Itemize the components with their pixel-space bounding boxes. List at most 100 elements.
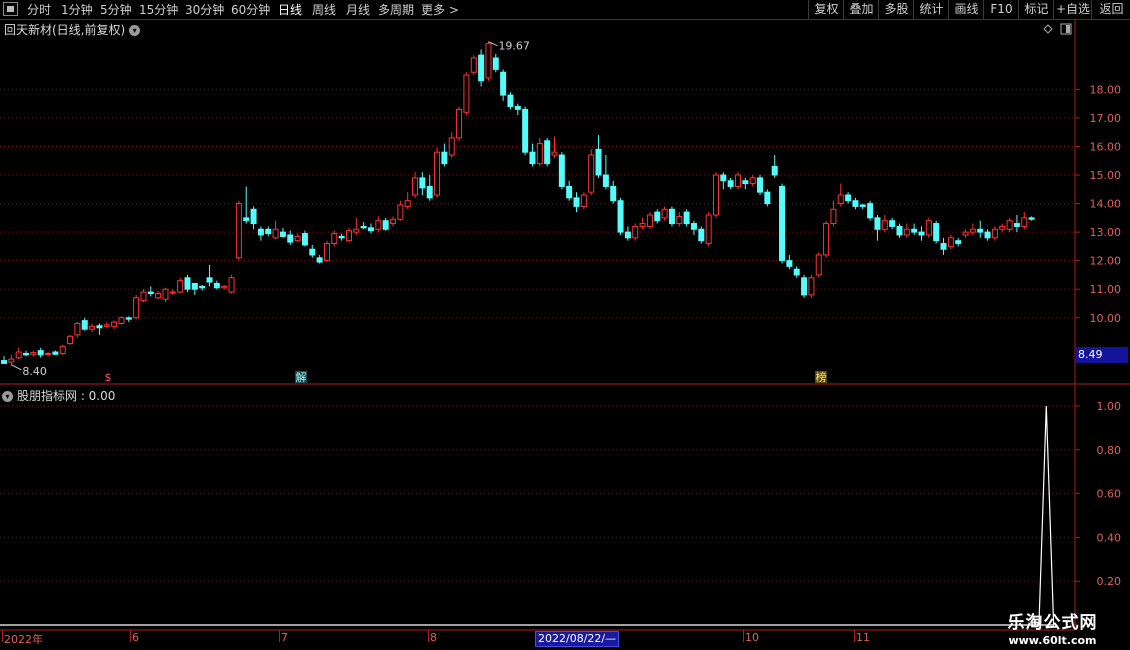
candle-up: [353, 228, 360, 233]
event-marker: 解: [296, 370, 307, 384]
candle-down: [793, 268, 800, 276]
candle-up: [235, 203, 242, 259]
kline-chart[interactable]: 18.00 17.00 16.00 15.00 14.00 13.00 12.00 11.00…: [0, 0, 1130, 650]
candle-down: [940, 243, 947, 250]
candle-up: [228, 277, 235, 293]
candle-down: [37, 350, 44, 356]
candle-up: [434, 151, 441, 196]
candle-down: [382, 220, 389, 230]
candle-up: [735, 174, 741, 187]
candle-down: [243, 217, 250, 222]
price-axis-label: 10.00: [1090, 312, 1122, 325]
price-axis-label: 15.00: [1090, 169, 1122, 182]
candle-up: [808, 277, 815, 296]
candle-up: [646, 214, 653, 227]
candle-down: [984, 231, 991, 239]
candle-down: [757, 177, 764, 193]
candle-up: [59, 345, 66, 354]
date-tick: [130, 630, 131, 642]
candle-up: [111, 321, 118, 327]
candle-down: [147, 291, 154, 294]
candle-up: [463, 74, 470, 113]
event-marker: 榜: [816, 370, 827, 384]
candle-down: [911, 228, 918, 233]
date-tick: [743, 630, 744, 642]
candle-down: [874, 217, 881, 230]
candle-up: [45, 352, 52, 355]
candle-down: [301, 233, 308, 246]
candle-down: [279, 231, 286, 237]
candle-up: [661, 208, 668, 219]
candle-down: [1013, 223, 1020, 227]
price-axis-label: 18.00: [1090, 83, 1122, 96]
watermark: 乐淘公式网 www.60lt.com: [990, 608, 1115, 647]
price-axis-label: 11.00: [1090, 283, 1122, 296]
candle-down: [338, 235, 345, 239]
candle-down: [859, 204, 866, 207]
candle-down: [918, 231, 925, 236]
min-price-label: 8.40: [22, 365, 47, 378]
candle-up: [676, 215, 683, 225]
candle-down: [573, 197, 580, 207]
candle-up: [991, 228, 998, 239]
candle-up: [118, 317, 125, 324]
indicator-title: ▾ 股朋指标网 : 0.00: [2, 387, 115, 404]
candle-down: [514, 106, 521, 110]
indicator-axis-label: 0.80: [1097, 444, 1122, 457]
candle-up: [331, 233, 338, 245]
candle-up: [632, 225, 639, 239]
candle-down: [801, 277, 808, 296]
candle-up: [30, 352, 37, 355]
candle-down: [191, 283, 198, 290]
candle-up: [705, 214, 712, 245]
price-axis-label: 14.00: [1090, 198, 1122, 211]
chart-menu-chevron-icon[interactable]: ▾: [129, 25, 141, 36]
candle-down: [522, 108, 529, 153]
indicator-menu-chevron-icon[interactable]: ▾: [2, 391, 13, 402]
candle-down: [764, 191, 771, 205]
candle-down: [1028, 217, 1035, 220]
candle-up: [155, 292, 162, 299]
candle-up: [947, 237, 954, 247]
candle-down: [478, 54, 485, 82]
candle-up: [837, 194, 844, 205]
diamond-icon[interactable]: [1043, 24, 1053, 34]
date-label: 8: [430, 631, 437, 644]
candle-down: [360, 225, 367, 229]
candle-up: [272, 228, 279, 239]
candle-down: [309, 248, 316, 256]
candle-down: [742, 180, 749, 185]
candle-up: [140, 291, 147, 302]
candle-up: [169, 291, 176, 294]
min-pointer: [11, 364, 22, 371]
candle-down: [566, 185, 573, 199]
candle-up: [162, 288, 169, 300]
candle-up: [881, 220, 888, 230]
candle-down: [544, 140, 551, 165]
candle-down: [316, 257, 323, 263]
candle-up: [823, 223, 830, 256]
candle-up: [8, 358, 15, 363]
candle-up: [470, 57, 477, 73]
candle-up: [221, 285, 228, 289]
date-label: 2022年: [4, 633, 43, 646]
candle-down: [852, 200, 859, 207]
indicator-axis-label: 1.00: [1097, 400, 1122, 413]
indicator-axis-label: 0.60: [1097, 488, 1122, 501]
candle-down: [889, 220, 896, 227]
candle-down: [419, 177, 426, 189]
candle-down: [529, 151, 536, 165]
candle-up: [925, 220, 932, 236]
cursor-date-label: 2022/08/22/—: [535, 631, 620, 647]
candle-up: [536, 143, 543, 165]
candle-up: [639, 223, 646, 227]
candle-down: [500, 71, 507, 96]
candle-down: [771, 165, 778, 176]
date-label: 10: [745, 631, 759, 644]
date-tick: [279, 630, 280, 642]
price-axis-label: 16.00: [1090, 140, 1122, 153]
watermark-url: www.60lt.com: [1008, 634, 1097, 647]
indicator-title-text: 股朋指标网 : 0.00: [17, 389, 116, 403]
candle-down: [441, 151, 448, 165]
candle-up: [89, 325, 96, 330]
